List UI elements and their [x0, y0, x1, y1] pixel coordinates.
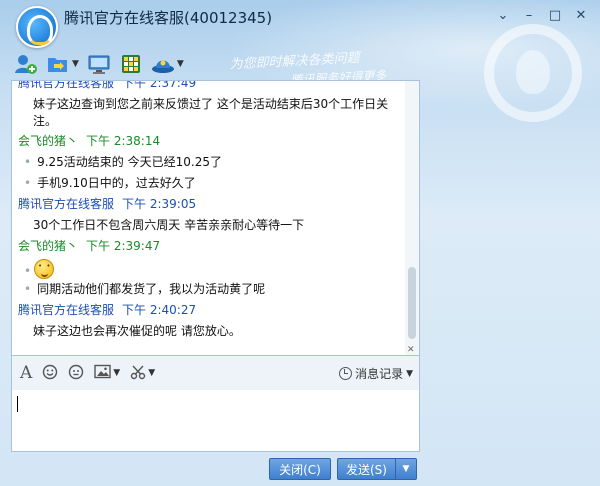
scissors-icon	[130, 364, 146, 383]
scroll-thumb[interactable]	[408, 267, 416, 339]
remote-desktop-button[interactable]	[87, 52, 111, 76]
message-time: 下午 2:39:47	[86, 239, 161, 253]
transfer-file-icon	[46, 53, 70, 75]
message-text: 9.25活动结束的 今天已经10.25了	[24, 153, 222, 170]
maximize-button[interactable]: □	[544, 6, 566, 24]
screenshot-button[interactable]: ▼	[130, 364, 155, 383]
message-header: 会飞的猪丶 下午 2:38:14	[18, 132, 160, 149]
message-text: 30个工作日不包含周六周天 辛苦亲亲耐心等待一下	[33, 218, 305, 232]
app-grid-button[interactable]	[119, 52, 143, 76]
window-controls: ⌄ – □ ✕	[492, 6, 592, 24]
contact-avatar[interactable]	[16, 6, 58, 48]
close-window-button[interactable]: ✕	[570, 6, 592, 24]
message-history-button[interactable]: 消息记录 ▼	[339, 365, 413, 382]
sender-name: 会飞的猪丶	[18, 239, 79, 253]
chat-scrollbar[interactable]: ✕	[405, 81, 419, 355]
remote-desktop-icon	[87, 53, 111, 75]
minimize-button[interactable]: –	[518, 6, 540, 24]
message-header: 腾讯官方在线客服 下午 2:40:27	[18, 301, 196, 318]
chat-history-panel[interactable]: 腾讯官方在线客服 下午 2:37:49 妹子这边查询到您之前来反馈过了 这个是活动…	[11, 80, 420, 356]
scroll-down-icon[interactable]: ✕	[407, 345, 415, 355]
message-time: 下午 2:39:05	[122, 197, 197, 211]
message-list: 腾讯官方在线客服 下午 2:37:49 妹子这边查询到您之前来反馈过了 这个是活动…	[12, 80, 405, 355]
service-hat-icon	[151, 53, 175, 75]
text-caret	[17, 396, 18, 412]
close-button[interactable]: 关闭(C)	[269, 458, 331, 480]
magic-face-icon	[68, 364, 84, 383]
add-contact-button[interactable]	[14, 52, 38, 76]
chevron-down-icon[interactable]: ▼	[177, 59, 184, 69]
service-button[interactable]: ▼	[151, 52, 184, 76]
image-icon	[94, 364, 111, 382]
slogan-line-1: 为您即时解决各类问题	[229, 50, 360, 73]
chevron-down-icon[interactable]: ▼	[72, 59, 79, 69]
penguin-watermark-icon	[484, 24, 582, 122]
angry-face-emoji-icon	[34, 259, 54, 279]
message-input[interactable]	[11, 390, 420, 452]
message-text: 妹子这边也会再次催促的呢 请您放心。	[33, 324, 241, 338]
message-time: 下午 2:38:14	[86, 134, 161, 148]
message-time: 下午 2:37:49	[122, 80, 197, 90]
message-text: 手机9.10日中的，过去好久了	[24, 174, 196, 191]
chat-toolbar: ▼ ▼	[14, 52, 184, 76]
message-header: 会飞的猪丶 下午 2:39:47	[18, 237, 160, 254]
message-text: 同期活动他们都发货了，我以为活动黄了呢	[24, 280, 265, 297]
transfer-file-button[interactable]: ▼	[46, 52, 79, 76]
smiley-icon	[42, 364, 58, 383]
bullet-dot: •	[24, 264, 32, 278]
sender-name: 会飞的猪丶	[18, 134, 79, 148]
emoji-button[interactable]	[42, 364, 58, 383]
send-button[interactable]: 发送(S)	[337, 458, 395, 480]
message-history-label: 消息记录	[355, 367, 404, 381]
send-options-chevron-icon[interactable]: ▼	[395, 458, 417, 480]
message-text: 妹子这边查询到您之前来反馈过了 这个是活动结束后30个工作日关	[33, 97, 389, 111]
image-button[interactable]: ▼	[94, 364, 120, 382]
message-time: 下午 2:40:27	[122, 303, 197, 317]
sender-name: 腾讯官方在线客服	[18, 197, 115, 211]
magic-emoji-button[interactable]	[68, 364, 84, 383]
chevron-down-icon[interactable]: ▼	[148, 368, 155, 378]
window-title: 腾讯官方在线客服(40012345)	[64, 9, 273, 27]
chevron-down-icon[interactable]: ▼	[113, 368, 120, 378]
add-contact-icon	[14, 53, 38, 75]
message-text: 注。	[33, 114, 58, 128]
message-header: 腾讯官方在线客服 下午 2:39:05	[18, 195, 196, 212]
message-header: 腾讯官方在线客服 下午 2:37:49	[18, 80, 197, 91]
font-button[interactable]: A	[20, 363, 32, 383]
font-icon: A	[20, 363, 33, 383]
sender-name: 腾讯官方在线客服	[18, 303, 115, 317]
sender-name: 腾讯官方在线客服	[18, 80, 115, 90]
app-grid-icon	[119, 53, 143, 75]
clock-icon	[339, 367, 353, 380]
menu-chevron-icon[interactable]: ⌄	[492, 6, 514, 24]
input-toolbar: A ▼ ▼ 消息记录 ▼	[11, 356, 420, 390]
chevron-down-icon: ▼	[406, 368, 413, 379]
